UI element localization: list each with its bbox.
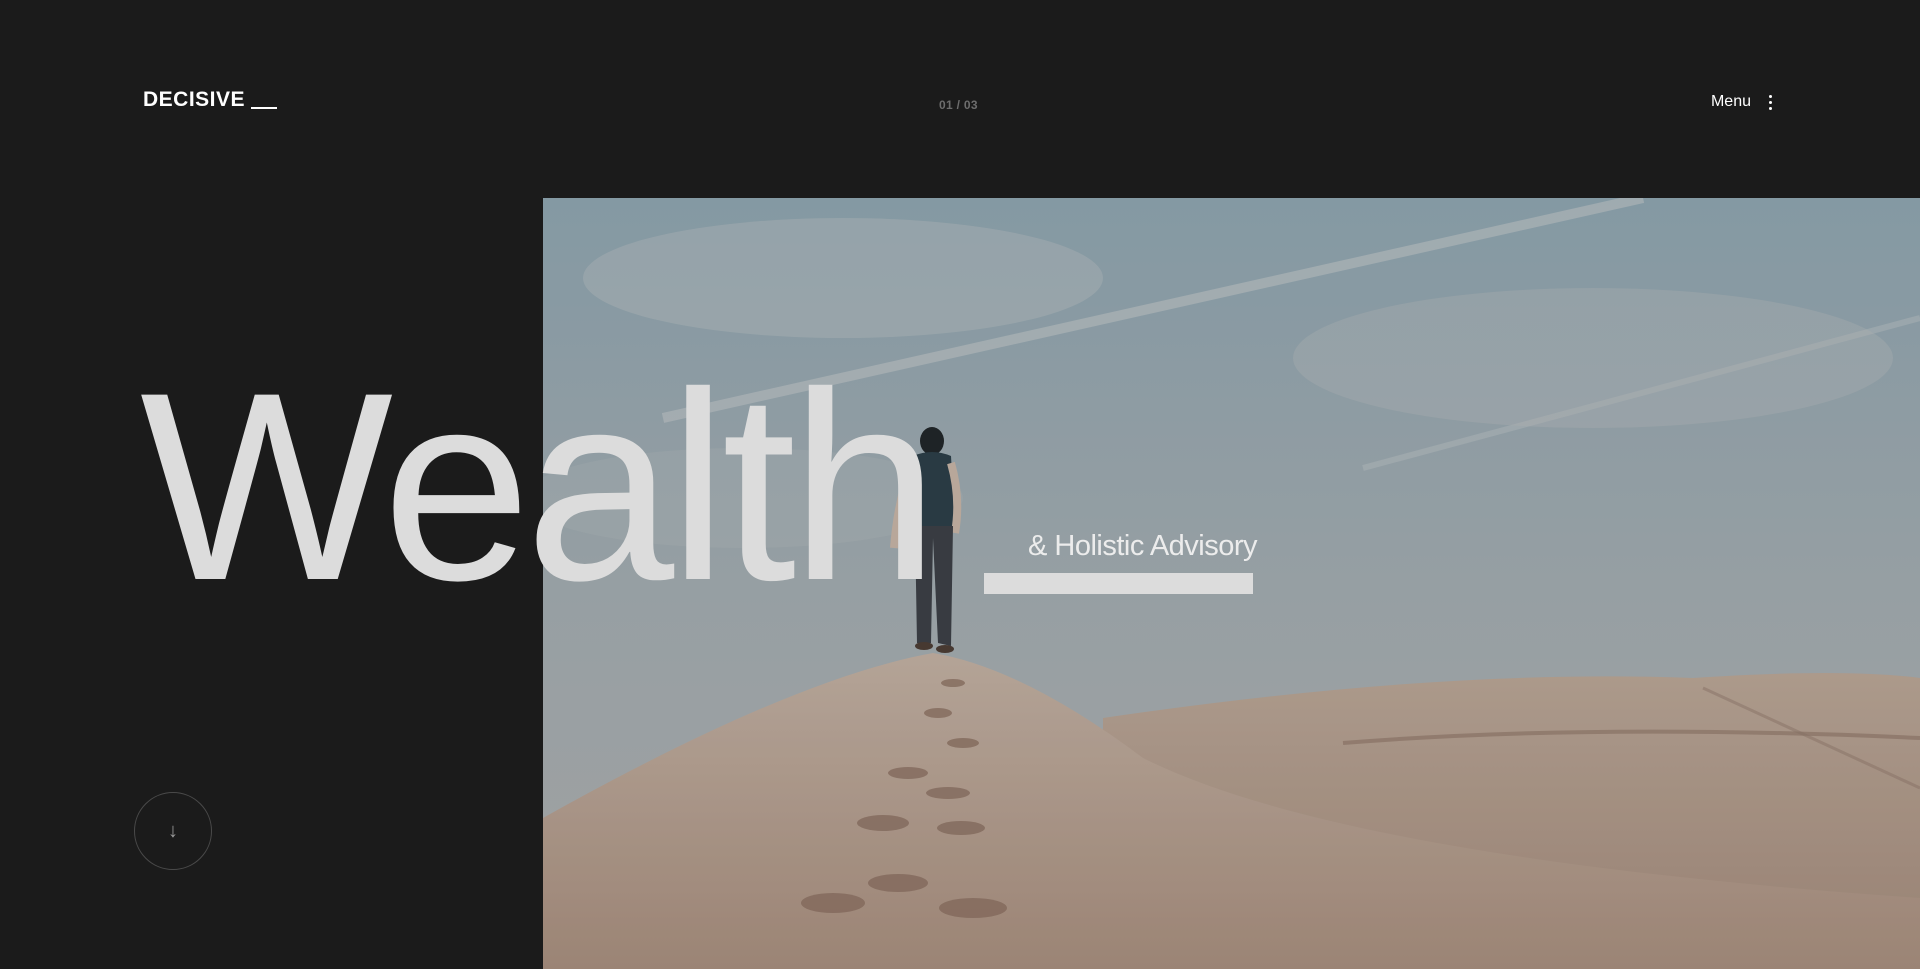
hero-headline: Wealth xyxy=(140,336,939,636)
menu-label: Menu xyxy=(1710,93,1751,110)
hero-subheadline: & Holistic Advisory xyxy=(1028,530,1258,562)
more-vertical-icon xyxy=(1769,94,1772,110)
logo-dash xyxy=(251,107,278,109)
menu-button[interactable]: Menu xyxy=(1711,93,1772,111)
logo[interactable]: DECISIVE xyxy=(143,88,278,112)
page: DECISIVE 01 / 03 Menu Wealth & Holistic … xyxy=(0,0,1920,969)
headline-underline-bar xyxy=(984,573,1253,594)
scroll-down-button[interactable]: ↓ xyxy=(134,792,212,870)
logo-text: DECISIVE xyxy=(143,88,246,111)
slide-counter: 01 / 03 xyxy=(939,98,978,112)
arrow-down-icon: ↓ xyxy=(168,819,178,842)
